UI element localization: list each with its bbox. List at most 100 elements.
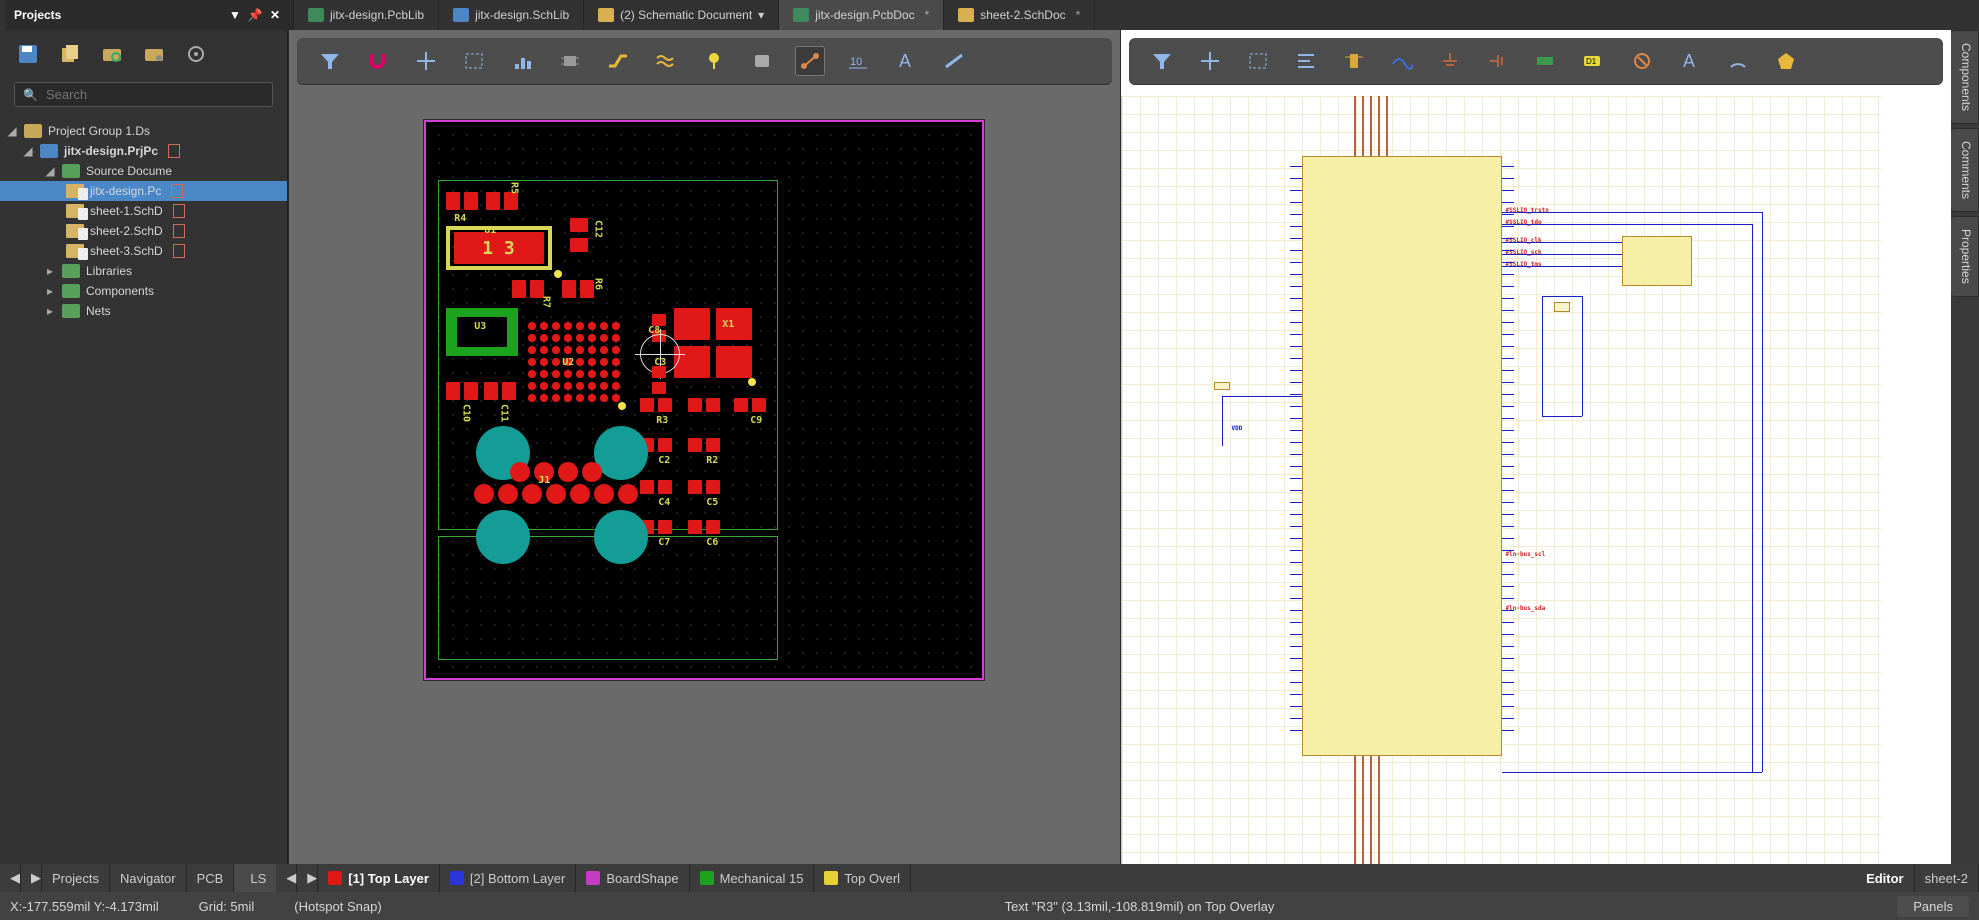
align-icon[interactable]: [507, 46, 537, 76]
projects-search[interactable]: 🔍: [14, 82, 273, 107]
tree-folder[interactable]: ▸ Nets: [0, 301, 287, 321]
sch-align-icon[interactable]: [1291, 46, 1321, 76]
select-rect-icon[interactable]: [459, 46, 489, 76]
tab-scroll-right-icon[interactable]: ▶: [21, 864, 42, 892]
sch-wire-icon[interactable]: [1387, 46, 1417, 76]
layer-tab[interactable]: [1] Top Layer: [318, 864, 440, 892]
pad-icon[interactable]: [747, 46, 777, 76]
tree-folder-label: Libraries: [86, 264, 132, 278]
projects-panel-title: Projects: [14, 8, 61, 22]
layer-scroll-left-icon[interactable]: ◀: [276, 864, 297, 892]
right-tab[interactable]: Components: [1951, 30, 1979, 124]
schematic-pin: [1290, 418, 1302, 419]
bottom-tab-bar: ◀ ▶ ProjectsNavigatorPCB LS ◀ ▶ [1] Top …: [0, 864, 1979, 892]
tree-file-label: sheet-1.SchD: [90, 204, 163, 218]
doc-tab-label: jitx-design.PcbDoc: [815, 8, 914, 22]
save-icon[interactable]: [14, 40, 42, 68]
via-icon[interactable]: [699, 46, 729, 76]
sch-select-icon[interactable]: [1243, 46, 1273, 76]
doc-tab[interactable]: jitx-design.PcbLib: [294, 0, 439, 30]
panel-pin-icon[interactable]: 📌: [245, 8, 265, 22]
folder-search-icon[interactable]: [98, 40, 126, 68]
tree-group[interactable]: ◢ Project Group 1.Ds: [0, 121, 287, 141]
doc-tab[interactable]: jitx-design.PcbDoc *: [779, 0, 944, 30]
line-icon[interactable]: [939, 46, 969, 76]
status-hover: Text "R3" (3.13mil,-108.819mil) on Top O…: [1005, 899, 1275, 914]
schematic-pin: [1502, 550, 1514, 551]
sch-power-icon[interactable]: [1483, 46, 1513, 76]
caret-right-icon: ▸: [44, 284, 56, 298]
sch-poly-icon[interactable]: [1771, 46, 1801, 76]
filter-icon[interactable]: [315, 46, 345, 76]
schematic-pin: [1290, 406, 1302, 407]
layer-tab[interactable]: [2] Bottom Layer: [440, 864, 576, 892]
svg-text:D1: D1: [1586, 57, 1597, 66]
tree-project[interactable]: ◢ jitx-design.PrjPc: [0, 141, 287, 161]
search-input[interactable]: [46, 87, 264, 102]
sch-move-icon[interactable]: [1195, 46, 1225, 76]
sch-part-icon[interactable]: [1339, 46, 1369, 76]
schematic-pin: [1502, 634, 1514, 635]
dimension-icon[interactable]: 10: [843, 46, 873, 76]
panel-tab[interactable]: Projects: [42, 864, 110, 892]
schematic-pin: [1502, 226, 1514, 227]
layer-tab[interactable]: Mechanical 15: [690, 864, 815, 892]
sch-directive-icon[interactable]: D1: [1579, 46, 1609, 76]
sch-text-icon[interactable]: A: [1675, 46, 1705, 76]
panel-tab[interactable]: PCB: [187, 864, 235, 892]
modified-indicator-icon: [173, 244, 185, 258]
pcb-editor-pane: 10 A R4 R5: [288, 30, 1120, 864]
doc-tab[interactable]: jitx-design.SchLib: [439, 0, 584, 30]
schematic-pin: [1290, 466, 1302, 467]
sch-gnd-icon[interactable]: [1435, 46, 1465, 76]
tree-source-folder[interactable]: ◢ Source Docume: [0, 161, 287, 181]
text-icon[interactable]: A: [891, 46, 921, 76]
schematic-pin: [1290, 250, 1302, 251]
pcb-canvas[interactable]: R4 R5 1 3 U1 C12: [424, 120, 984, 680]
layer-tab[interactable]: Top Overl: [814, 864, 911, 892]
folder-settings-icon[interactable]: [140, 40, 168, 68]
tree-folder[interactable]: ▸ Libraries: [0, 261, 287, 281]
panel-menu-icon[interactable]: ▼: [225, 8, 245, 22]
schematic-canvas[interactable]: #SSLIO_trstn #SSLIO_tdo #SSLIO_clk #SSLI…: [1121, 96, 1881, 864]
sch-noerr-icon[interactable]: [1627, 46, 1657, 76]
panels-button[interactable]: Panels: [1897, 896, 1969, 917]
doc-tab[interactable]: (2) Schematic Document ▾: [584, 0, 779, 30]
schematic-pin: [1502, 190, 1514, 191]
schematic-pin: [1290, 238, 1302, 239]
panel-tab[interactable]: Navigator: [110, 864, 187, 892]
layer-set-button[interactable]: LS: [234, 864, 276, 892]
tree-file[interactable]: sheet-3.SchD: [0, 241, 287, 261]
tree-file[interactable]: jitx-design.Pc: [0, 181, 287, 201]
layer-tab[interactable]: BoardShape: [576, 864, 689, 892]
layer-tab-label: [2] Bottom Layer: [470, 871, 565, 886]
split-editor-tab[interactable]: Editor: [1856, 864, 1915, 892]
panel-close-icon[interactable]: ✕: [265, 8, 285, 22]
svg-text:A: A: [899, 51, 911, 71]
sch-filter-icon[interactable]: [1147, 46, 1177, 76]
chevron-down-icon[interactable]: ▾: [758, 8, 764, 22]
settings-icon[interactable]: [182, 40, 210, 68]
diff-pair-icon[interactable]: [651, 46, 681, 76]
tab-scroll-left-icon[interactable]: ◀: [0, 864, 21, 892]
right-tab[interactable]: Properties: [1951, 216, 1979, 297]
schematic-pin: [1502, 394, 1514, 395]
tree-file[interactable]: sheet-2.SchD: [0, 221, 287, 241]
sch-arc-icon[interactable]: [1723, 46, 1753, 76]
tree-folder[interactable]: ▸ Components: [0, 281, 287, 301]
component-icon[interactable]: [555, 46, 585, 76]
layer-scroll-right-icon[interactable]: ▶: [297, 864, 318, 892]
schematic-pin: [1290, 190, 1302, 191]
sch-net-icon[interactable]: [1531, 46, 1561, 76]
layer-color-swatch: [450, 871, 464, 885]
doc-tab[interactable]: sheet-2.SchDoc *: [944, 0, 1095, 30]
move-icon[interactable]: [411, 46, 441, 76]
tree-file[interactable]: sheet-1.SchD: [0, 201, 287, 221]
route-icon[interactable]: [603, 46, 633, 76]
snap-icon[interactable]: [363, 46, 393, 76]
split-editor-tab[interactable]: sheet-2: [1915, 864, 1979, 892]
net-icon[interactable]: [795, 46, 825, 76]
documents-icon[interactable]: [56, 40, 84, 68]
projects-panel-header: Projects ▼ 📌 ✕: [6, 0, 294, 30]
right-tab[interactable]: Comments: [1951, 128, 1979, 212]
